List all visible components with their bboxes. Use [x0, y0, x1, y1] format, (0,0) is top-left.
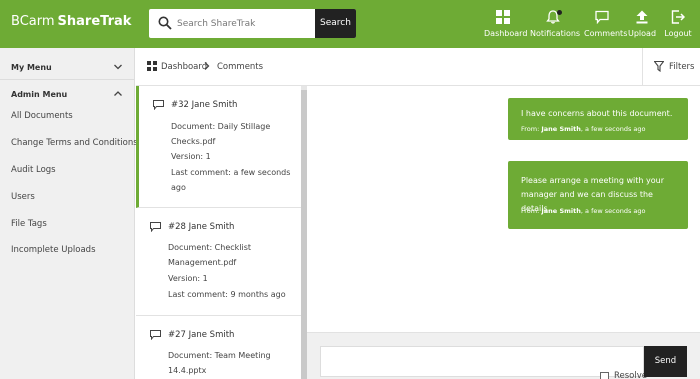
send-button[interactable]: Send [644, 346, 687, 377]
nav-dashboard[interactable]: Dashboard [484, 0, 528, 48]
sidebar: My Menu Admin Menu All Documents Change … [0, 48, 138, 379]
sidebar-item-file-tags[interactable]: File Tags [11, 219, 47, 229]
reply-input[interactable]: Resolve [320, 346, 648, 379]
breadcrumb-dashboard-link[interactable]: Dashboard [161, 62, 207, 72]
message-author: Jane Smith [541, 207, 581, 215]
chevron-right-icon [204, 62, 210, 70]
comment-version: Version: 1 [168, 274, 208, 283]
comment-icon [595, 10, 609, 24]
sidebar-item-incomplete-uploads[interactable]: Incomplete Uploads [11, 245, 96, 255]
nav-upload-label: Upload [628, 29, 657, 38]
notification-badge [557, 10, 562, 15]
search-input[interactable] [177, 9, 314, 38]
message-time: , a few seconds ago [580, 207, 646, 215]
upload-icon [636, 10, 648, 24]
reply-bar: Resolve Send [307, 332, 700, 379]
comment-list-item[interactable]: #27 Jane Smith Document: Team Meeting 14… [136, 316, 301, 379]
my-menu-label: My Menu [11, 63, 52, 72]
nav-upload[interactable]: Upload [628, 0, 656, 48]
sidebar-item-users[interactable]: Users [11, 192, 35, 202]
comment-last: Last comment: 9 months ago [168, 290, 286, 299]
admin-menu-toggle[interactable]: Admin Menu [0, 81, 135, 107]
logout-icon [671, 10, 685, 24]
message-text: I have concerns about this document. [521, 109, 673, 118]
comment-list-item[interactable]: #28 Jane Smith Document: Checklist Manag… [136, 208, 301, 316]
message-meta: From: Jane Smith, a few seconds ago [521, 125, 645, 133]
comment-icon [150, 222, 161, 232]
message-bubble: Please arrange a meeting with your manag… [508, 161, 688, 229]
comment-list: #32 Jane Smith Document: Daily Stillage … [136, 86, 301, 379]
filters-label: Filters [669, 62, 695, 72]
filter-icon [654, 61, 664, 72]
logo-product: ShareTrak [57, 14, 132, 29]
dashboard-icon [147, 61, 157, 71]
nav-comments-label: Comments [584, 29, 628, 38]
sidebar-item-audit-logs[interactable]: Audit Logs [11, 165, 56, 175]
logo-brand: BCarm [11, 14, 55, 29]
comment-version: Version: 1 [171, 152, 211, 161]
message-author: Jane Smith [541, 125, 581, 133]
comment-title: #32 Jane Smith [171, 100, 238, 110]
resolve-checkbox-box[interactable] [600, 372, 609, 379]
my-menu-toggle[interactable]: My Menu [0, 54, 135, 80]
nav-comments[interactable]: Comments [584, 0, 628, 48]
menu-divider [0, 79, 135, 80]
nav-logout-label: Logout [664, 29, 692, 38]
comment-list-item[interactable]: #32 Jane Smith Document: Daily Stillage … [136, 86, 301, 208]
top-bar: BCarmShareTrak Search Dashboard Notifica… [0, 0, 700, 48]
nav-notifications[interactable]: Notifications [530, 0, 581, 48]
comment-title: #27 Jane Smith [168, 330, 235, 340]
sidebar-item-change-terms[interactable]: Change Terms and Conditions [11, 138, 138, 148]
conversation-panel: I have concerns about this document. Fro… [307, 86, 700, 332]
message-meta: From: Jane Smith, a few seconds ago [521, 207, 645, 215]
sidebar-item-all-documents[interactable]: All Documents [11, 111, 73, 121]
filters-button[interactable]: Filters [642, 48, 700, 85]
search-box: Search [149, 9, 356, 38]
comment-document: Document: Daily Stillage Checks.pdf [171, 122, 271, 146]
search-icon [158, 16, 172, 30]
comment-document: Document: Team Meeting 14.4.pptx [168, 351, 271, 375]
comment-document: Document: Checklist Management.pdf [168, 243, 252, 267]
search-button[interactable]: Search [315, 9, 356, 38]
comment-title: #28 Jane Smith [168, 222, 235, 232]
message-bubble: I have concerns about this document. Fro… [508, 98, 688, 140]
message-from-prefix: From: [521, 125, 542, 133]
nav-dashboard-label: Dashboard [484, 29, 528, 38]
app-logo[interactable]: BCarm ShareTrak [11, 14, 131, 30]
message-from-prefix: From: [521, 207, 542, 215]
breadcrumb-current: Comments [217, 62, 264, 72]
nav-logout[interactable]: Logout [664, 0, 692, 48]
comment-icon [153, 100, 164, 110]
resolve-label: Resolve [614, 371, 648, 379]
comment-icon [150, 330, 161, 340]
chevron-up-icon [114, 91, 122, 96]
breadcrumb: Dashboard Comments Filters [136, 48, 700, 86]
message-time: , a few seconds ago [580, 125, 646, 133]
dashboard-icon [496, 10, 510, 24]
chevron-down-icon [114, 64, 122, 70]
admin-menu-label: Admin Menu [11, 90, 68, 99]
resolve-checkbox[interactable]: Resolve [600, 371, 648, 379]
comment-last: Last comment: a few seconds ago [171, 168, 291, 192]
nav-notifications-label: Notifications [530, 29, 581, 38]
